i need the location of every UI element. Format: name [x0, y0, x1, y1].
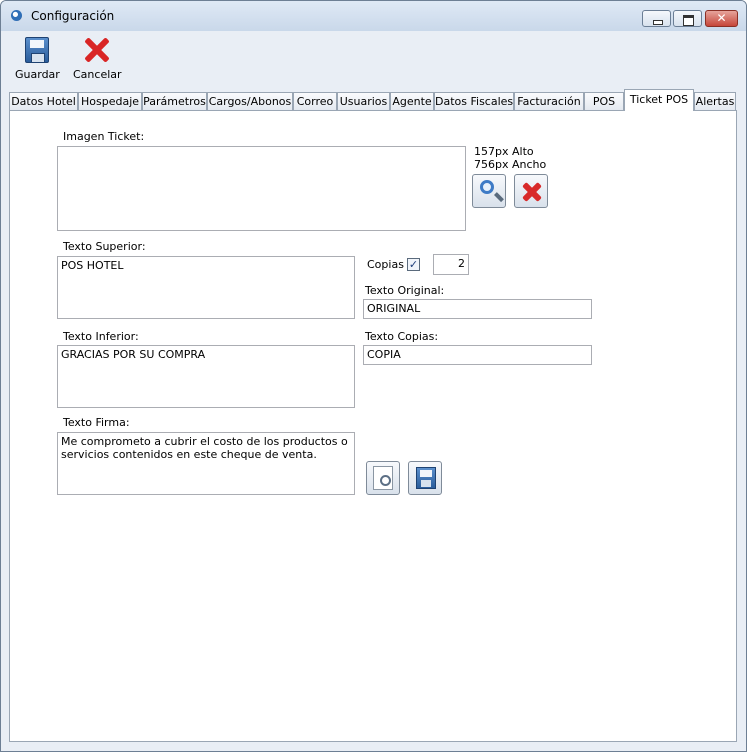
tab-pos[interactable]: POS: [584, 92, 624, 110]
close-icon: ✕: [716, 11, 727, 25]
bottom-text-area[interactable]: GRACIAS POR SU COMPRA: [57, 345, 355, 408]
top-text-area[interactable]: POS HOTEL: [57, 256, 355, 319]
tab-alertas[interactable]: Alertas: [694, 92, 736, 110]
save-button[interactable]: Guardar: [15, 37, 60, 81]
preview-button[interactable]: [366, 461, 400, 495]
image-width-text: 756px Ancho: [474, 158, 547, 171]
save-disk-icon: [416, 467, 436, 489]
copies-label: Copias: [367, 258, 404, 271]
tab-facturacion[interactable]: Facturación: [514, 92, 584, 110]
tab-datos-fiscales[interactable]: Datos Fiscales: [434, 92, 514, 110]
save-ticket-button[interactable]: [408, 461, 442, 495]
copies-count-input[interactable]: 2: [433, 254, 469, 275]
signature-text-area[interactable]: Me comprometo a cubrir el costo de los p…: [57, 432, 355, 495]
close-button[interactable]: ✕: [705, 10, 738, 27]
maximize-button[interactable]: [673, 10, 702, 27]
magnifier-icon: [480, 180, 494, 194]
tab-usuarios[interactable]: Usuarios: [337, 92, 390, 110]
toolbar: Guardar Cancelar: [1, 31, 746, 91]
window-title: Configuración: [31, 9, 115, 23]
search-image-button[interactable]: [472, 174, 506, 208]
cancel-button[interactable]: Cancelar: [73, 37, 122, 81]
cancel-x-icon: [84, 37, 110, 63]
original-text-input[interactable]: ORIGINAL: [363, 299, 592, 319]
tab-agente[interactable]: Agente: [390, 92, 434, 110]
copies-checkbox[interactable]: ✓: [407, 258, 420, 271]
delete-image-button[interactable]: [514, 174, 548, 208]
ticket-image-box[interactable]: [57, 146, 466, 231]
ticket-pos-panel: Imagen Ticket: 157px Alto 756px Ancho Te…: [9, 110, 737, 742]
bottom-text-label: Texto Inferior:: [63, 330, 139, 343]
print-preview-icon: [373, 466, 393, 490]
config-window: Configuración ✕ Guardar Cancelar Datos H…: [0, 0, 747, 752]
save-button-label: Guardar: [15, 68, 60, 81]
original-text-label: Texto Original:: [365, 284, 445, 297]
tab-ticket-pos[interactable]: Ticket POS: [624, 89, 694, 111]
delete-icon: [522, 182, 542, 202]
maximize-icon: [674, 11, 701, 26]
tab-cargos-abonos[interactable]: Cargos/Abonos: [207, 92, 293, 110]
tab-hospedaje[interactable]: Hospedaje: [78, 92, 142, 110]
signature-text-label: Texto Firma:: [63, 416, 130, 429]
image-height-text: 157px Alto: [474, 145, 534, 158]
cancel-button-label: Cancelar: [73, 68, 122, 81]
copies-text-label: Texto Copias:: [365, 330, 439, 343]
copies-text-input[interactable]: COPIA: [363, 345, 592, 365]
save-disk-icon: [25, 37, 50, 63]
tab-correo[interactable]: Correo: [293, 92, 337, 110]
app-icon: [11, 10, 22, 21]
image-ticket-label: Imagen Ticket:: [63, 130, 145, 143]
tab-datos-hotel[interactable]: Datos Hotel: [9, 92, 78, 110]
tab-parametros[interactable]: Parámetros: [142, 92, 207, 110]
title-bar[interactable]: Configuración ✕: [1, 1, 746, 31]
top-text-label: Texto Superior:: [63, 240, 146, 253]
minimize-icon: [643, 11, 670, 26]
minimize-button[interactable]: [642, 10, 671, 27]
